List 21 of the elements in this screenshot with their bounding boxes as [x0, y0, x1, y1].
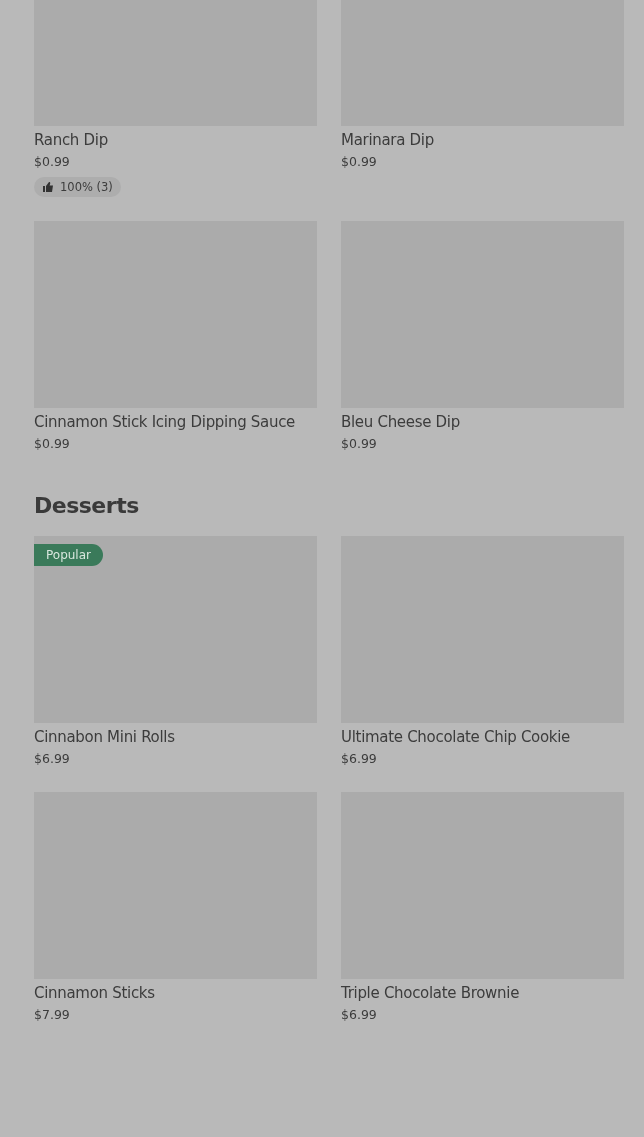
image-placeholder[interactable]: [34, 536, 317, 723]
item-price: $7.99: [34, 1006, 71, 1024]
rating-chip: 100% (3): [34, 177, 121, 197]
section-heading: Desserts: [34, 493, 140, 518]
item-name[interactable]: Ranch Dip: [34, 130, 317, 150]
item-name[interactable]: Bleu Cheese Dip: [341, 412, 624, 432]
item-name[interactable]: Cinnamon Stick Icing Dipping Sauce: [34, 412, 317, 432]
item-name[interactable]: Cinnabon Mini Rolls: [34, 727, 317, 747]
thumbs-up-icon: [42, 181, 54, 193]
item-name[interactable]: Cinnamon Sticks: [34, 983, 317, 1003]
item-price: $6.99: [341, 750, 378, 768]
item-price: $0.99: [34, 435, 71, 453]
item-price: $6.99: [341, 1006, 378, 1024]
item-name[interactable]: Triple Chocolate Brownie: [341, 983, 624, 1003]
popular-badge: Popular: [34, 544, 103, 566]
item-price: $6.99: [34, 750, 71, 768]
item-price: $0.99: [341, 153, 378, 171]
item-name[interactable]: Ultimate Chocolate Chip Cookie: [341, 727, 624, 747]
item-price: $0.99: [341, 435, 378, 453]
item-name[interactable]: Marinara Dip: [341, 130, 624, 150]
item-price: $0.99: [34, 153, 71, 171]
